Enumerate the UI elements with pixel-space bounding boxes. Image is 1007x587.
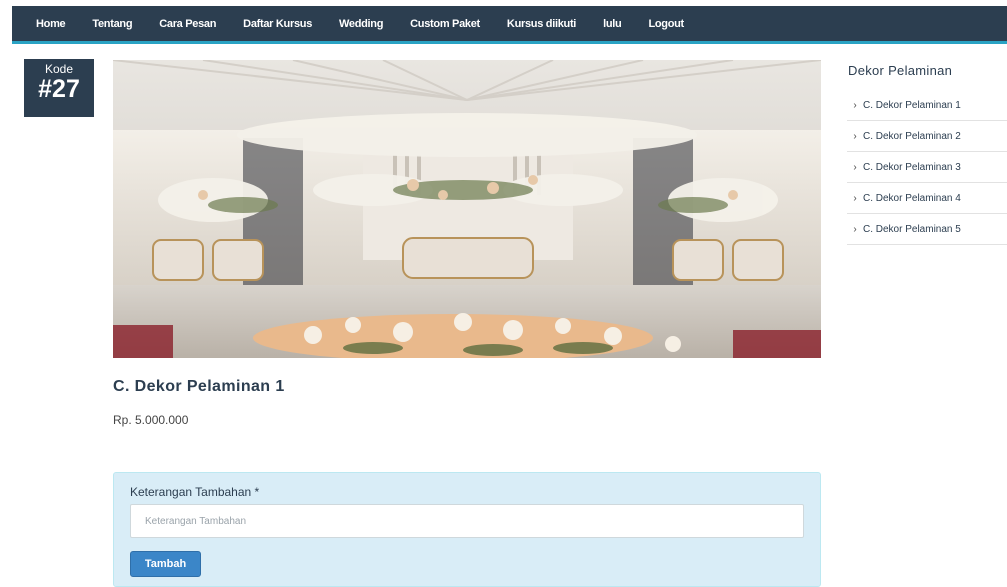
sidebar-item-label: C. Dekor Pelaminan 5 <box>863 223 961 235</box>
nav-kursus-diikuti-link[interactable]: Kursus diikuti <box>507 18 576 30</box>
sidebar-item-pelaminan-2[interactable]: › C. Dekor Pelaminan 2 <box>847 121 1007 152</box>
chevron-right-icon: › <box>853 130 857 142</box>
chevron-right-icon: › <box>853 99 857 111</box>
top-navbar: Home Tentang Cara Pesan Daftar Kursus We… <box>12 6 1007 44</box>
sidebar: Dekor Pelaminan › C. Dekor Pelaminan 1 ›… <box>847 60 1007 245</box>
sidebar-item-label: C. Dekor Pelaminan 3 <box>863 161 961 173</box>
product-photo <box>113 60 821 358</box>
nav-custom-paket-link[interactable]: Custom Paket <box>410 18 480 30</box>
notes-field-label: Keterangan Tambahan * <box>130 485 260 499</box>
product-code-badge: Kode #27 <box>24 59 94 117</box>
add-button[interactable]: Tambah <box>130 551 201 577</box>
sidebar-item-label: C. Dekor Pelaminan 4 <box>863 192 961 204</box>
sidebar-item-pelaminan-1[interactable]: › C. Dekor Pelaminan 1 <box>847 90 1007 121</box>
sidebar-item-pelaminan-5[interactable]: › C. Dekor Pelaminan 5 <box>847 214 1007 245</box>
nav-logout-link[interactable]: Logout <box>648 18 684 30</box>
product-code-number: #27 <box>38 75 80 103</box>
sidebar-item-pelaminan-3[interactable]: › C. Dekor Pelaminan 3 <box>847 152 1007 183</box>
chevron-right-icon: › <box>853 223 857 235</box>
nav-menu: Home Tentang Cara Pesan Daftar Kursus We… <box>36 6 711 41</box>
sidebar-item-label: C. Dekor Pelaminan 1 <box>863 99 961 111</box>
nav-wedding-link[interactable]: Wedding <box>339 18 383 30</box>
product-code-label: Kode <box>44 62 74 76</box>
sidebar-title: Dekor Pelaminan <box>848 63 953 78</box>
product-price: Rp. 5.000.000 <box>113 413 189 427</box>
nav-home-link[interactable]: Home <box>36 18 66 30</box>
chevron-right-icon: › <box>853 161 857 173</box>
product-title: C. Dekor Pelaminan 1 <box>113 378 285 395</box>
sidebar-item-pelaminan-4[interactable]: › C. Dekor Pelaminan 4 <box>847 183 1007 214</box>
chevron-right-icon: › <box>853 192 857 204</box>
nav-daftar-kursus-link[interactable]: Daftar Kursus <box>243 18 312 30</box>
nav-cara-pesan-link[interactable]: Cara Pesan <box>159 18 216 30</box>
nav-user-link[interactable]: lulu <box>603 18 622 30</box>
notes-input[interactable] <box>130 504 804 538</box>
nav-tentang-link[interactable]: Tentang <box>92 18 132 30</box>
sidebar-list: › C. Dekor Pelaminan 1 › C. Dekor Pelami… <box>847 90 1007 245</box>
order-form-panel: Keterangan Tambahan * Tambah <box>113 472 821 587</box>
sidebar-item-label: C. Dekor Pelaminan 2 <box>863 130 961 142</box>
